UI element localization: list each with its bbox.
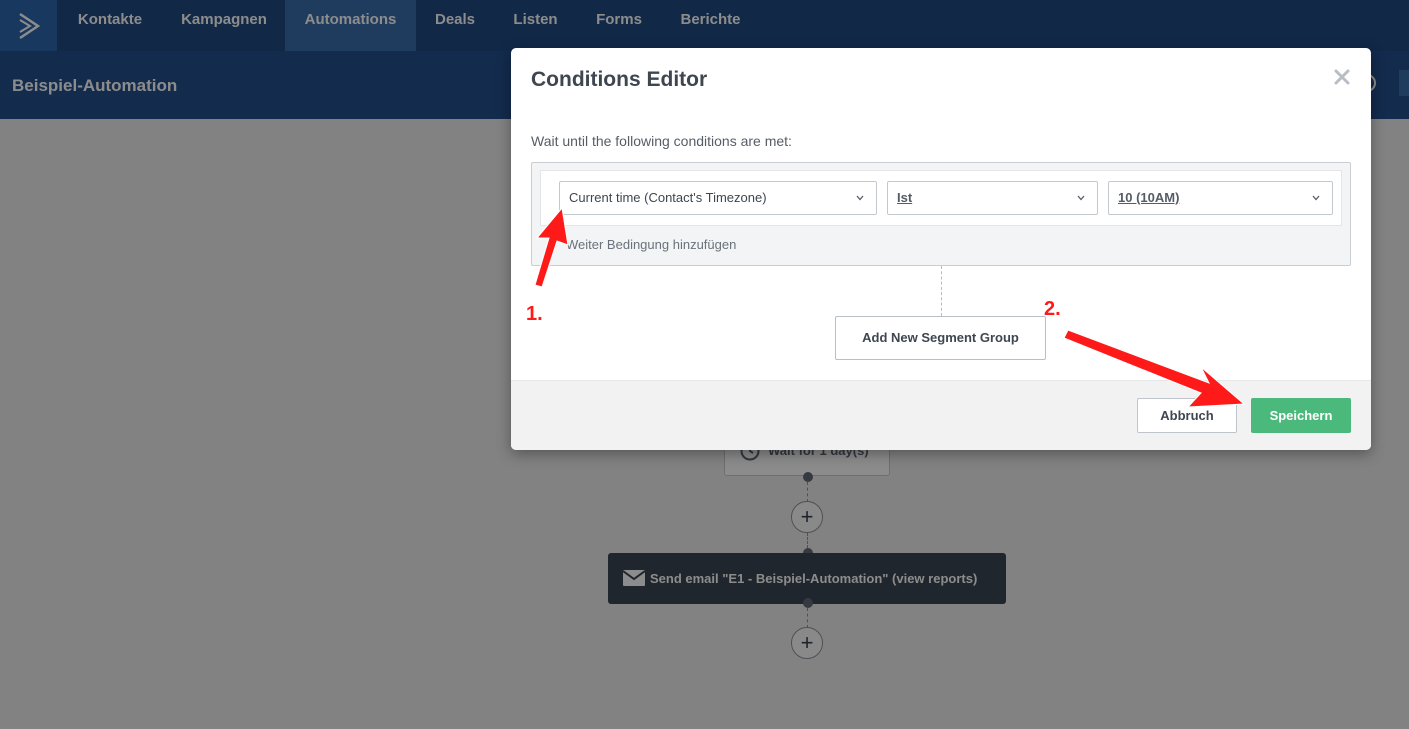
condition-operator-select[interactable]: Ist — [887, 181, 1098, 215]
condition-field-value: Current time (Contact's Timezone) — [569, 190, 767, 205]
instruction-text: Wait until the following conditions are … — [531, 133, 792, 149]
close-icon[interactable] — [1333, 68, 1351, 86]
chevron-down-icon — [1312, 195, 1320, 201]
add-condition-link[interactable]: Weiter Bedingung hinzufügen — [566, 237, 736, 252]
condition-operator-value: Ist — [897, 190, 913, 205]
add-segment-group-button[interactable]: Add New Segment Group — [835, 316, 1046, 360]
condition-row: Current time (Contact's Timezone) Ist 10… — [540, 170, 1342, 226]
save-button[interactable]: Speichern — [1251, 398, 1351, 433]
modal-footer: Abbruch Speichern — [511, 380, 1371, 450]
condition-value-value: 10 (10AM) — [1118, 190, 1180, 205]
condition-value-select[interactable]: 10 (10AM) — [1108, 181, 1333, 215]
chevron-down-icon — [1077, 195, 1085, 201]
condition-group: Current time (Contact's Timezone) Ist 10… — [531, 162, 1351, 266]
condition-field-select[interactable]: Current time (Contact's Timezone) — [559, 181, 877, 215]
cancel-button[interactable]: Abbruch — [1137, 398, 1237, 433]
annotation-label-2: 2. — [1044, 298, 1061, 320]
conditions-editor-modal: Conditions Editor Wait until the followi… — [511, 48, 1371, 450]
annotation-label-1: 1. — [526, 303, 543, 325]
chevron-down-icon — [856, 195, 864, 201]
modal-title: Conditions Editor — [531, 68, 708, 91]
segment-connector — [941, 266, 942, 316]
